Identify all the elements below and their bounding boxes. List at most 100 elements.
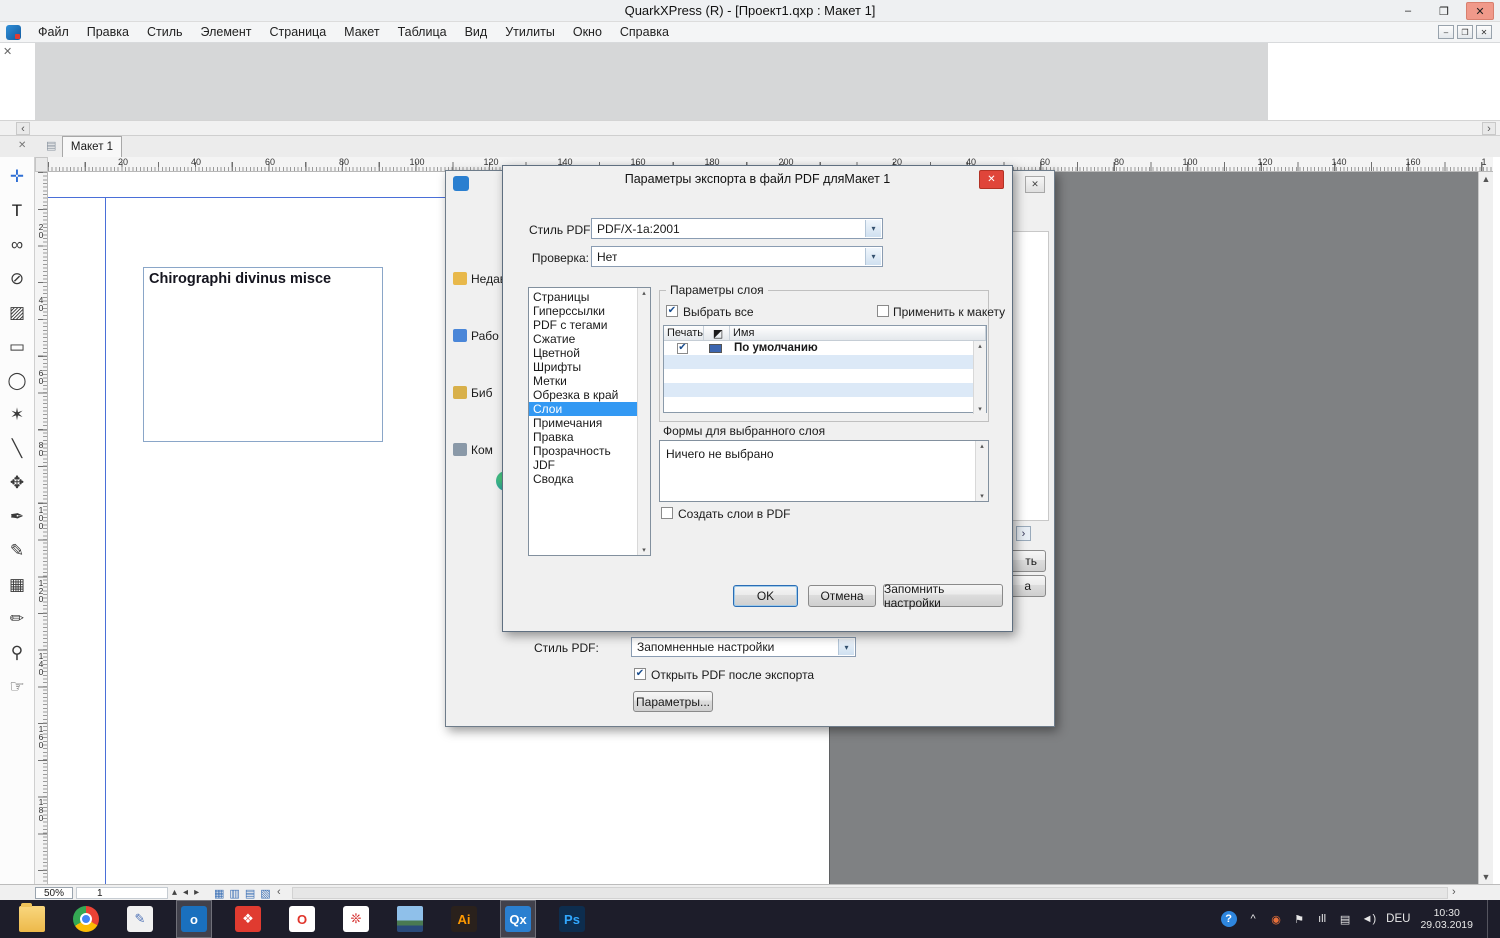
pdf-section-item[interactable]: Страницы — [529, 290, 637, 304]
pdf-section-item[interactable]: Цветной — [529, 346, 637, 360]
upper-horizontal-scrollbar[interactable]: ‹ › — [0, 120, 1500, 136]
scroll-down-icon[interactable]: ▼ — [1482, 872, 1491, 882]
layers-table-scrollbar[interactable]: ▴ ▾ — [973, 341, 986, 414]
export-pdf-style-select[interactable]: Запомненные настройки ▾ — [631, 637, 856, 657]
minimize-button[interactable]: – — [1394, 2, 1422, 20]
scroll-right-button[interactable]: › — [1482, 122, 1496, 135]
taskbar-app-file-explorer[interactable] — [14, 900, 50, 938]
starburst-tool[interactable]: ✶ — [0, 397, 34, 431]
document-vertical-scrollbar[interactable]: ▲ ▼ — [1478, 172, 1493, 884]
menu-item-item[interactable]: Элемент — [192, 22, 261, 43]
zoom-field[interactable]: 50% — [35, 887, 73, 899]
pdf-section-item[interactable]: Сводка — [529, 472, 637, 486]
pdf-dialog-titlebar[interactable]: Параметры экспорта в файл PDF дляМакет 1 — [503, 166, 1012, 191]
signal-bars-icon[interactable]: ıll — [1316, 911, 1329, 927]
menu-item-window[interactable]: Окно — [564, 22, 611, 43]
close-button[interactable]: ✕ — [1466, 2, 1494, 20]
page-number-field[interactable]: 1 — [76, 887, 168, 899]
pdf-section-item[interactable]: Правка — [529, 430, 637, 444]
scroll-down-icon[interactable]: ▾ — [642, 546, 646, 554]
taskbar-app-opera[interactable]: O — [284, 900, 320, 938]
export-dialog-close-button[interactable]: ✕ — [1025, 176, 1045, 193]
pdf-dialog-close-button[interactable]: ✕ — [979, 170, 1004, 189]
layer-row-default[interactable]: ✔ По умолчанию — [664, 341, 986, 355]
hscroll-right-button[interactable]: › — [1452, 886, 1456, 898]
open-after-export-checkbox[interactable]: ✔ — [634, 668, 646, 680]
menu-item-file[interactable]: Файл — [29, 22, 78, 43]
view-mode-rows-icon[interactable]: ▤ — [245, 887, 255, 900]
scroll-left-button[interactable]: ‹ — [16, 122, 30, 135]
options-button[interactable]: Параметры... — [633, 691, 713, 712]
menu-item-page[interactable]: Страница — [261, 22, 336, 43]
view-mode-columns-icon[interactable]: ▥ — [229, 887, 239, 900]
hscroll-left-button[interactable]: ‹ — [277, 886, 281, 898]
oval-box-tool[interactable]: ◯ — [0, 363, 34, 397]
zoom-tool[interactable]: ⚲ — [0, 635, 34, 669]
pdf-section-item[interactable]: Обрезка в край — [529, 388, 637, 402]
pennant-icon[interactable]: ⚑ — [1293, 911, 1306, 927]
pdf-section-item[interactable]: Слои — [529, 402, 637, 416]
scroll-up-icon[interactable]: ▴ — [642, 289, 646, 297]
menu-item-view[interactable]: Вид — [456, 22, 497, 43]
pdf-section-item[interactable]: JDF — [529, 458, 637, 472]
scroll-up-icon[interactable]: ▲ — [1482, 174, 1491, 184]
eyedropper-tool[interactable]: ✏ — [0, 601, 34, 635]
pdf-section-item[interactable]: Примечания — [529, 416, 637, 430]
scroll-down-icon[interactable]: ▾ — [978, 405, 982, 413]
text-unlinking-tool[interactable]: ⊘ — [0, 261, 34, 295]
child-minimize-button[interactable]: – — [1438, 25, 1454, 39]
menu-item-style[interactable]: Стиль — [138, 22, 192, 43]
taskbar-app-quarkxpress[interactable]: Qx — [500, 900, 536, 938]
pdf-section-item[interactable]: Гиперссылки — [529, 304, 637, 318]
help-icon[interactable]: ? — [1220, 911, 1237, 927]
taskbar-app-chrome[interactable] — [68, 900, 104, 938]
update-icon[interactable]: ◉ — [1270, 911, 1283, 927]
menu-item-table[interactable]: Таблица — [389, 22, 456, 43]
network-icon[interactable]: ▤ — [1339, 911, 1352, 927]
pdf-section-item[interactable]: Метки — [529, 374, 637, 388]
text-linking-tool[interactable]: ∞ — [0, 227, 34, 261]
taskbar-app-outlook[interactable]: o — [176, 900, 212, 938]
scroll-up-icon[interactable]: ▴ — [980, 442, 984, 450]
item-move-tool[interactable]: ✛ — [0, 159, 34, 193]
tab-maket-1[interactable]: Макет 1 — [62, 136, 122, 157]
forms-scrollbar[interactable]: ▴ ▾ — [975, 441, 988, 501]
pen-tool[interactable]: ✒ — [0, 499, 34, 533]
taskbar-app-red-app[interactable]: ❖ — [230, 900, 266, 938]
pan-tool[interactable]: ☞ — [0, 669, 34, 703]
volume-icon[interactable]: ◄) — [1362, 911, 1377, 927]
language-indicator[interactable]: DEU — [1386, 913, 1410, 925]
verification-select[interactable]: Нет ▾ — [591, 246, 883, 267]
table-tool[interactable]: ▦ — [0, 567, 34, 601]
transform-tool[interactable]: ✥ — [0, 465, 34, 499]
select-all-checkbox[interactable]: ✔ — [666, 305, 678, 317]
text-content-tool[interactable]: T — [0, 193, 34, 227]
view-mode-split-icon[interactable]: ▧ — [260, 887, 270, 900]
taskbar-app-acrobat[interactable]: ❊ — [338, 900, 374, 938]
line-tool[interactable]: ╲ — [0, 431, 34, 465]
taskbar-app-illustrator[interactable]: Ai — [446, 900, 482, 938]
next-page-button[interactable]: ▸ — [194, 887, 199, 898]
scroll-up-icon[interactable]: ▴ — [978, 342, 982, 350]
menu-item-utilities[interactable]: Утилиты — [496, 22, 564, 43]
pdf-section-item[interactable]: Шрифты — [529, 360, 637, 374]
prev-page-button[interactable]: ◂ — [183, 887, 188, 898]
pdf-section-item[interactable]: Сжатие — [529, 332, 637, 346]
rectangle-box-tool[interactable]: ▭ — [0, 329, 34, 363]
taskbar-app-photoshop[interactable]: Ps — [554, 900, 590, 938]
menu-item-help[interactable]: Справка — [611, 22, 678, 43]
view-mode-grid-icon[interactable]: ▦ — [214, 887, 224, 900]
nav-up-button[interactable]: ▴ — [172, 887, 177, 898]
cancel-button[interactable]: Отмена — [808, 585, 876, 607]
tab-close-icon[interactable]: ✕ — [18, 140, 26, 151]
child-restore-button[interactable]: ❐ — [1457, 25, 1473, 39]
menu-item-edit[interactable]: Правка — [78, 22, 138, 43]
pdf-section-item[interactable]: PDF с тегами — [529, 318, 637, 332]
show-desktop-button[interactable] — [1487, 900, 1492, 938]
create-pdf-layers-checkbox[interactable] — [661, 507, 673, 519]
taskbar-app-text-editor[interactable]: ✎ — [122, 900, 158, 938]
palette-close-icon[interactable]: ✕ — [3, 45, 12, 58]
scroll-down-icon[interactable]: ▾ — [980, 492, 984, 500]
picture-content-tool[interactable]: ▨ — [0, 295, 34, 329]
tray-expand-icon[interactable]: ^ — [1247, 911, 1260, 927]
